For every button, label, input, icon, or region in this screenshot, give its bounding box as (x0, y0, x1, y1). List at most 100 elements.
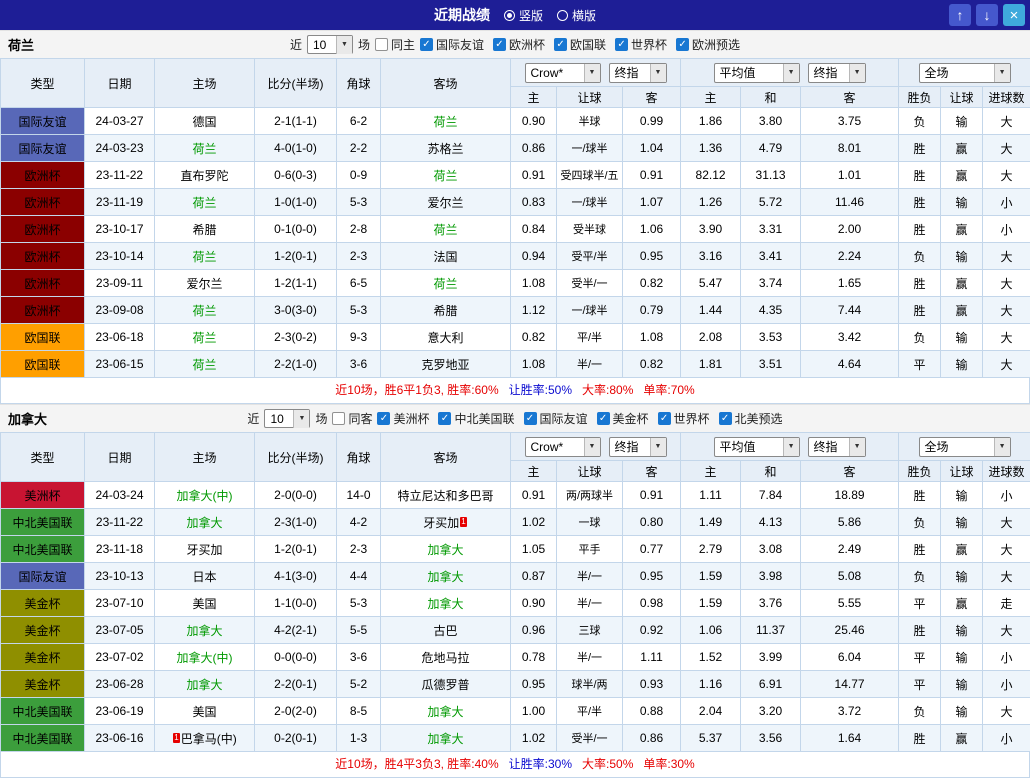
match-row: 中北美国联23-06-161巴拿马(中)0-2(0-1)1-3加拿大1.02受半… (1, 725, 1030, 752)
handicap-line: 受半/一 (557, 725, 623, 752)
home-team: 希腊 (155, 216, 255, 243)
handicap-line: 一/球半 (557, 135, 623, 162)
final-average-select[interactable]: 终指▼ (808, 437, 866, 457)
match-row: 欧洲杯23-11-22直布罗陀0-6(0-3)0-9荷兰0.91受四球半/五0.… (1, 162, 1030, 189)
match-count-select[interactable]: 10▼ (264, 409, 310, 428)
league-filter-label: 世界杯 (674, 410, 710, 427)
league-filter-checkbox[interactable]: ✓北美预选 (719, 410, 783, 427)
league-filter-checkbox[interactable]: ✓欧洲预选 (676, 36, 740, 53)
radio-vertical-layout[interactable]: 竖版 (504, 7, 543, 24)
home-team-name: 日本 (192, 570, 216, 584)
checkbox-checked-icon: ✓ (438, 412, 451, 425)
match-date: 23-10-14 (85, 243, 155, 270)
match-row: 欧国联23-06-15荷兰2-2(1-0)3-6克罗地亚1.08半/一0.821… (1, 351, 1030, 378)
corner-score: 5-3 (337, 189, 381, 216)
checkbox-unchecked-icon (375, 38, 388, 51)
match-score: 2-0(0-0) (255, 482, 337, 509)
avg-draw-odds: 3.08 (741, 536, 801, 563)
recent-results-panel: 近期战绩 竖版 横版 ↑ ↓ × 荷兰 近 10▼ 场 同主 ✓国际友谊✓欧洲杯… (0, 0, 1030, 778)
subcol-winloss: 胜负 (899, 461, 941, 482)
summary-row: 近10场，胜6平1负3, 胜率:60%让胜率:50%大率:80%单率:70% (0, 378, 1030, 404)
match-count-select[interactable]: 10▼ (307, 35, 353, 54)
away-team: 法国 (381, 243, 511, 270)
away-team: 牙买加1 (381, 509, 511, 536)
move-down-button[interactable]: ↓ (976, 4, 998, 26)
radio-horizontal-label: 横版 (572, 7, 596, 24)
league-filter-checkbox[interactable]: ✓世界杯 (615, 36, 667, 53)
result-winloss: 胜 (899, 270, 941, 297)
match-row: 美金杯23-07-10美国1-1(0-0)5-3加拿大0.90半/一0.981.… (1, 590, 1030, 617)
average-odds-select[interactable]: 平均值▼ (714, 63, 800, 83)
crown-home-odds: 0.83 (511, 189, 557, 216)
away-team: 荷兰 (381, 216, 511, 243)
league-filter-label: 美洲杯 (393, 410, 429, 427)
result-goals: 小 (983, 644, 1030, 671)
avg-away-odds: 18.89 (801, 482, 899, 509)
result-handicap: 赢 (941, 725, 983, 752)
same-side-filter[interactable]: 同主 (375, 36, 415, 53)
result-winloss: 平 (899, 644, 941, 671)
league-badge: 欧洲杯 (1, 162, 85, 189)
result-goals: 小 (983, 725, 1030, 752)
league-filter-checkbox[interactable]: ✓国际友谊 (524, 410, 588, 427)
league-badge: 欧洲杯 (1, 270, 85, 297)
crown-home-odds: 0.84 (511, 216, 557, 243)
result-goals: 大 (983, 536, 1030, 563)
result-handicap: 输 (941, 698, 983, 725)
fulltime-header: 全场▼ (899, 59, 1030, 87)
league-badge: 国际友谊 (1, 563, 85, 590)
corner-score: 5-3 (337, 590, 381, 617)
home-team: 加拿大 (155, 671, 255, 698)
close-button[interactable]: × (1003, 4, 1025, 26)
league-filter-checkbox[interactable]: ✓美金杯 (597, 410, 649, 427)
league-filter-checkbox[interactable]: ✓美洲杯 (377, 410, 429, 427)
result-goals: 大 (983, 509, 1030, 536)
final-odds-select[interactable]: 终指▼ (609, 63, 667, 83)
league-filter-checkbox[interactable]: ✓世界杯 (658, 410, 710, 427)
average-odds-header: 平均值▼ 终指▼ (681, 433, 899, 461)
match-score: 2-3(0-2) (255, 324, 337, 351)
league-filter-checkbox[interactable]: ✓欧国联 (554, 36, 606, 53)
league-badge: 美金杯 (1, 590, 85, 617)
same-side-filter[interactable]: 同客 (332, 410, 372, 427)
crown-away-odds: 0.88 (623, 698, 681, 725)
move-up-button[interactable]: ↑ (949, 4, 971, 26)
league-filter-checkbox[interactable]: ✓欧洲杯 (493, 36, 545, 53)
average-odds-select[interactable]: 平均值▼ (714, 437, 800, 457)
chevron-down-icon: ▼ (994, 64, 1010, 82)
crown-away-odds: 0.82 (623, 270, 681, 297)
chevron-down-icon: ▼ (849, 64, 865, 82)
home-team-name: 德国 (192, 115, 216, 129)
radio-horizontal-layout[interactable]: 横版 (557, 7, 596, 24)
checkbox-checked-icon: ✓ (615, 38, 628, 51)
crown-home-odds: 1.02 (511, 725, 557, 752)
fulltime-select[interactable]: 全场▼ (919, 437, 1011, 457)
odds-source-select[interactable]: Crow*▼ (525, 437, 601, 457)
home-team-name: 荷兰 (192, 358, 216, 372)
odds-source-select[interactable]: Crow*▼ (525, 63, 601, 83)
league-filter-checkbox[interactable]: ✓中北美国联 (438, 410, 514, 427)
league-filter-checkbox[interactable]: ✓国际友谊 (420, 36, 484, 53)
avg-away-odds: 3.72 (801, 698, 899, 725)
fulltime-select[interactable]: 全场▼ (919, 63, 1011, 83)
match-score: 4-0(1-0) (255, 135, 337, 162)
avg-draw-odds: 7.84 (741, 482, 801, 509)
final-average-select[interactable]: 终指▼ (808, 63, 866, 83)
home-team-name: 牙买加 (186, 543, 222, 557)
home-team: 直布罗陀 (155, 162, 255, 189)
crown-home-odds: 0.91 (511, 162, 557, 189)
col-score: 比分(半场) (255, 59, 337, 108)
handicap-line: 受四球半/五 (557, 162, 623, 189)
avg-away-odds: 14.77 (801, 671, 899, 698)
col-away: 客场 (381, 433, 511, 482)
final-odds-select[interactable]: 终指▼ (609, 437, 667, 457)
match-row: 中北美国联23-06-19美国2-0(2-0)8-5加拿大1.00平/半0.88… (1, 698, 1030, 725)
checkbox-checked-icon: ✓ (554, 38, 567, 51)
avg-draw-odds: 3.80 (741, 108, 801, 135)
league-filter-group: ✓国际友谊 ✓欧洲杯 ✓欧国联 ✓世界杯 ✓欧洲预选 (420, 36, 740, 53)
avg-home-odds: 82.12 (681, 162, 741, 189)
subcol-handicap: 让球 (557, 461, 623, 482)
league-badge: 中北美国联 (1, 725, 85, 752)
avg-draw-odds: 3.20 (741, 698, 801, 725)
match-date: 23-06-28 (85, 671, 155, 698)
